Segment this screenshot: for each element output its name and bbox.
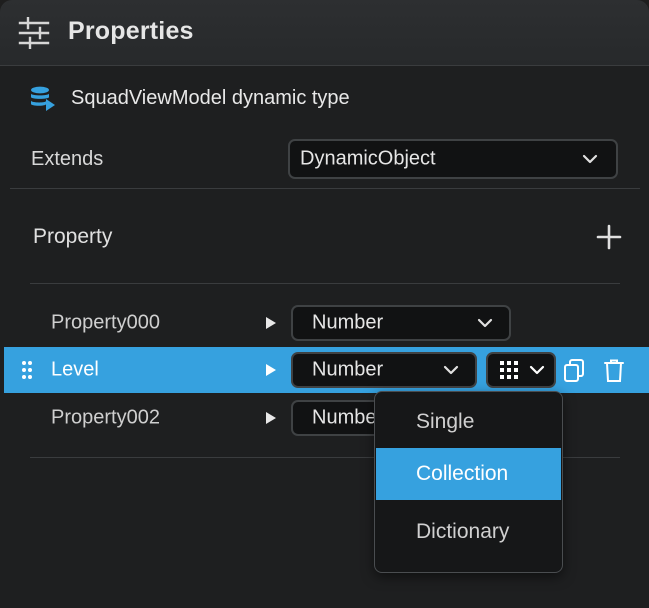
property-row-selected[interactable]: Level Number bbox=[4, 347, 649, 393]
expand-arrow-icon[interactable] bbox=[266, 317, 276, 329]
chevron-down-icon bbox=[477, 318, 493, 328]
expand-arrow-icon[interactable] bbox=[266, 412, 276, 424]
database-icon bbox=[31, 86, 55, 111]
container-type-menu: Single Collection Dictionary bbox=[374, 391, 563, 573]
extends-select[interactable]: DynamicObject bbox=[288, 139, 618, 179]
menu-item-collection[interactable]: Collection bbox=[376, 448, 561, 500]
type-value: Number bbox=[312, 311, 384, 334]
grid-icon bbox=[500, 361, 518, 379]
property-name: Level bbox=[51, 358, 99, 381]
extends-value: DynamicObject bbox=[300, 147, 436, 170]
panel-header: Properties bbox=[0, 0, 649, 66]
type-select[interactable]: Number bbox=[291, 352, 477, 388]
property-row[interactable]: Property000 Number bbox=[4, 300, 649, 346]
type-select[interactable]: Number bbox=[291, 305, 511, 341]
type-title: SquadViewModel dynamic type bbox=[71, 87, 350, 109]
property-section-label: Property bbox=[33, 225, 113, 248]
add-property-button[interactable] bbox=[596, 224, 622, 250]
sliders-icon bbox=[18, 17, 50, 49]
properties-panel: Properties SquadViewModel dynamic type E… bbox=[0, 0, 649, 608]
copy-icon[interactable] bbox=[564, 359, 584, 382]
trash-icon[interactable] bbox=[604, 359, 624, 382]
type-value: Number bbox=[312, 358, 384, 381]
drag-handle-icon[interactable] bbox=[21, 360, 33, 380]
menu-item-dictionary[interactable]: Dictionary bbox=[376, 506, 561, 558]
expand-arrow-icon[interactable] bbox=[266, 364, 276, 376]
chevron-down-icon bbox=[582, 154, 598, 164]
property-list-divider bbox=[30, 283, 620, 284]
property-name: Property000 bbox=[51, 311, 160, 334]
container-type-select[interactable] bbox=[486, 352, 556, 388]
menu-item-single[interactable]: Single bbox=[376, 396, 561, 448]
panel-title: Properties bbox=[68, 17, 194, 45]
chevron-down-icon bbox=[529, 365, 545, 375]
chevron-down-icon bbox=[443, 365, 459, 375]
property-name: Property002 bbox=[51, 406, 160, 429]
extends-label: Extends bbox=[31, 148, 104, 170]
section-divider bbox=[10, 188, 640, 189]
type-value: Number bbox=[312, 406, 384, 429]
